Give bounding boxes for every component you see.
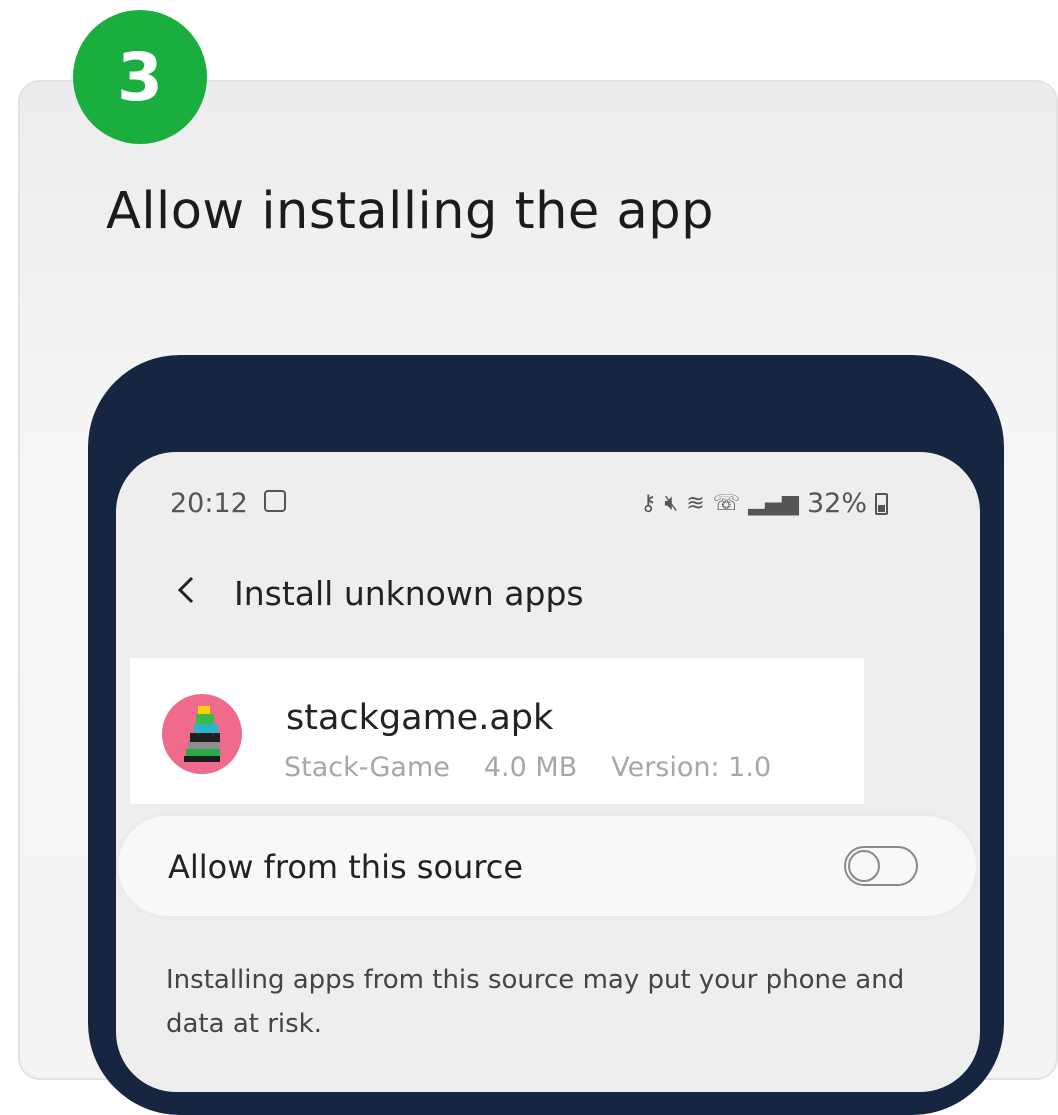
phone-screen: 20:12 ⚷ 🔇︎ ≋ ☏ ▂▄▆ 32% Install unknown a… bbox=[116, 452, 980, 1092]
signal-icon: ▂▄▆ bbox=[748, 491, 799, 516]
apk-file-meta: Stack-Game 4.0 MB Version: 1.0 bbox=[284, 752, 771, 783]
status-bar: 20:12 ⚷ 🔇︎ ≋ ☏ ▂▄▆ 32% bbox=[170, 488, 930, 524]
back-button[interactable] bbox=[168, 570, 208, 610]
screen-title: Install unknown apps bbox=[234, 574, 584, 613]
allow-source-toggle[interactable] bbox=[844, 846, 918, 886]
wifi-icon: ≋ bbox=[686, 491, 705, 516]
wifi-calling-icon: ☏ bbox=[712, 491, 741, 516]
risk-warning-text: Installing apps from this source may put… bbox=[166, 965, 905, 1039]
apk-app-name: Stack-Game bbox=[284, 752, 450, 783]
status-time: 20:12 bbox=[170, 488, 248, 519]
status-icons: ⚷ 🔇︎ ≋ ☏ ▂▄▆ 32% bbox=[640, 488, 888, 519]
step-title: Allow installing the app bbox=[106, 182, 714, 241]
toggle-knob bbox=[848, 850, 880, 882]
battery-percent: 32% bbox=[806, 488, 867, 519]
mute-icon: 🔇︎ bbox=[664, 491, 679, 516]
allow-source-label: Allow from this source bbox=[168, 848, 524, 886]
chevron-left-icon bbox=[177, 576, 194, 604]
apk-file-size: 4.0 MB bbox=[483, 752, 578, 783]
stack-game-app-icon bbox=[162, 694, 242, 774]
apk-file-name: stackgame.apk bbox=[286, 698, 554, 738]
key-icon: ⚷ bbox=[640, 491, 657, 516]
battery-icon bbox=[875, 492, 888, 515]
step-number-badge: 3 bbox=[73, 10, 207, 144]
apk-version: Version: 1.0 bbox=[611, 752, 772, 783]
notification-icon bbox=[264, 490, 286, 512]
apk-file-row: stackgame.apk Stack-Game 4.0 MB Version:… bbox=[130, 658, 864, 804]
allow-source-row[interactable]: Allow from this source bbox=[118, 816, 976, 916]
